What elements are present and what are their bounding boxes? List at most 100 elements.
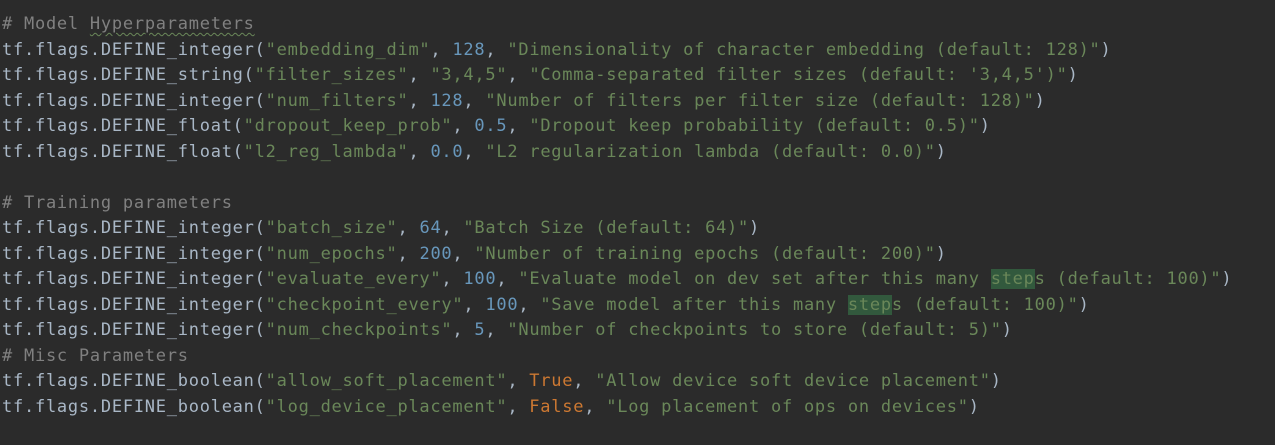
description-string: "Evaluate model on dev set after this ma… [518, 269, 991, 289]
flag-name-string: "num_epochs" [265, 243, 398, 264]
function-call: tf.flags.DEFINE_boolean( [2, 371, 266, 391]
separator: , [463, 141, 486, 162]
flag-name-string: "dropout_keep_prob" [243, 116, 453, 136]
default-value: 0.0 [430, 141, 464, 162]
function-call: tf.flags.DEFINE_integer( [2, 269, 266, 289]
function-call: tf.flags.DEFINE_integer( [2, 320, 266, 340]
function-call: tf.flags.DEFINE_integer( [2, 218, 266, 238]
separator: , [496, 269, 519, 289]
close-paren: ) [990, 371, 1002, 391]
description-string: "L2 regularization lambda (default: 0.0)… [485, 141, 936, 162]
separator: , [573, 371, 596, 391]
function-call: tf.flags.DEFINE_string( [2, 65, 255, 85]
comment-spellcheck-word: Hyperparameters [89, 14, 255, 34]
default-value: 128 [430, 90, 464, 111]
description-string-rest: s (default: 100)" [891, 294, 1079, 315]
separator: , [441, 269, 464, 289]
default-value: 100 [463, 269, 497, 289]
separator: , [408, 90, 431, 111]
close-paren: ) [1001, 320, 1013, 340]
code-line[interactable]: # Model Hyperparameters [0, 12, 1275, 38]
separator: , [452, 116, 475, 136]
comment-text: # Model [2, 14, 90, 34]
separator: , [397, 218, 420, 238]
code-line[interactable]: tf.flags.DEFINE_integer("num_epochs", 20… [0, 242, 1275, 268]
code-line[interactable]: tf.flags.DEFINE_integer("evaluate_every"… [0, 267, 1275, 293]
close-paren: ) [935, 243, 947, 264]
close-paren: ) [1067, 65, 1079, 85]
code-line[interactable]: tf.flags.DEFINE_float("l2_reg_lambda", 0… [0, 140, 1275, 166]
flag-name-string: "log_device_placement" [265, 396, 508, 417]
flag-name-string: "embedding_dim" [265, 39, 431, 60]
description-string: "Number of filters per filter size (defa… [485, 90, 1035, 111]
separator: , [584, 396, 607, 417]
code-line[interactable]: tf.flags.DEFINE_boolean("allow_soft_plac… [0, 369, 1275, 395]
separator: , [452, 243, 475, 264]
default-value: False [529, 396, 585, 417]
function-call: tf.flags.DEFINE_integer( [2, 294, 266, 315]
code-line[interactable]: tf.flags.DEFINE_integer("embedding_dim",… [0, 38, 1275, 64]
code-editor[interactable]: # Model Hyperparameters tf.flags.DEFINE_i… [0, 0, 1275, 445]
code-line[interactable]: tf.flags.DEFINE_integer("batch_size", 64… [0, 216, 1275, 242]
code-line[interactable]: tf.flags.DEFINE_float("dropout_keep_prob… [0, 114, 1275, 140]
close-paren: ) [979, 116, 991, 136]
separator: , [441, 218, 464, 238]
separator: , [507, 371, 530, 391]
description-string: "Log placement of ops on devices" [606, 396, 969, 417]
code-line[interactable]: tf.flags.DEFINE_integer("num_checkpoints… [0, 318, 1275, 344]
default-value: "3,4,5" [430, 65, 508, 85]
description-string: "Allow device soft device placement" [595, 371, 991, 391]
description-string: "Number of checkpoints to store (default… [507, 320, 1002, 340]
function-call: tf.flags.DEFINE_integer( [2, 39, 266, 60]
description-string: "Batch Size (default: 64)" [463, 218, 750, 238]
separator: , [507, 116, 530, 136]
close-paren: ) [1100, 39, 1112, 60]
code-line[interactable]: # Misc Parameters [0, 344, 1275, 370]
code-line[interactable]: tf.flags.DEFINE_integer("num_filters", 1… [0, 89, 1275, 115]
flag-name-string: "num_filters" [265, 90, 409, 111]
default-value: 64 [419, 218, 442, 238]
close-paren: ) [1221, 269, 1233, 289]
flag-name-string: "allow_soft_placement" [265, 371, 508, 391]
flag-name-string: "evaluate_every" [265, 269, 442, 289]
separator: , [507, 396, 530, 417]
default-value: 128 [452, 39, 486, 60]
blank-line[interactable] [0, 165, 1275, 191]
separator: , [463, 90, 486, 111]
description-string: "Comma-separated filter sizes (default: … [529, 65, 1068, 85]
default-value: 100 [485, 294, 519, 315]
function-call: tf.flags.DEFINE_float( [2, 141, 244, 162]
separator: , [452, 320, 475, 340]
separator: , [408, 141, 431, 162]
default-value: 0.5 [474, 116, 508, 136]
comment-text: # Misc Parameters [2, 345, 189, 366]
close-paren: ) [935, 141, 947, 162]
flag-name-string: "filter_sizes" [254, 65, 409, 85]
separator: , [397, 243, 420, 264]
close-paren: ) [1078, 294, 1090, 315]
code-line[interactable]: tf.flags.DEFINE_integer("checkpoint_ever… [0, 293, 1275, 319]
default-value: 200 [419, 243, 453, 264]
code-line[interactable]: tf.flags.DEFINE_boolean("log_device_plac… [0, 395, 1275, 421]
function-call: tf.flags.DEFINE_float( [2, 116, 244, 136]
search-highlight: step [847, 294, 892, 315]
separator: , [463, 294, 486, 315]
code-line[interactable]: # Training parameters [0, 191, 1275, 217]
code-line[interactable]: tf.flags.DEFINE_string("filter_sizes", "… [0, 63, 1275, 89]
close-paren: ) [968, 396, 980, 417]
function-call: tf.flags.DEFINE_integer( [2, 90, 266, 111]
default-value: True [529, 371, 574, 391]
flag-name-string: "l2_reg_lambda" [243, 141, 409, 162]
flag-name-string: "checkpoint_every" [265, 294, 464, 315]
separator: , [485, 320, 508, 340]
description-string: "Dropout keep probability (default: 0.5)… [529, 116, 980, 136]
separator: , [485, 39, 508, 60]
close-paren: ) [749, 218, 761, 238]
separator: , [518, 294, 541, 315]
flag-name-string: "num_checkpoints" [265, 320, 453, 340]
description-string: "Number of training epochs (default: 200… [474, 243, 936, 264]
description-string-rest: s (default: 100)" [1034, 269, 1222, 289]
comment-text: # Training parameters [2, 192, 233, 213]
description-string: "Save model after this many [540, 294, 848, 315]
separator: , [430, 39, 453, 60]
